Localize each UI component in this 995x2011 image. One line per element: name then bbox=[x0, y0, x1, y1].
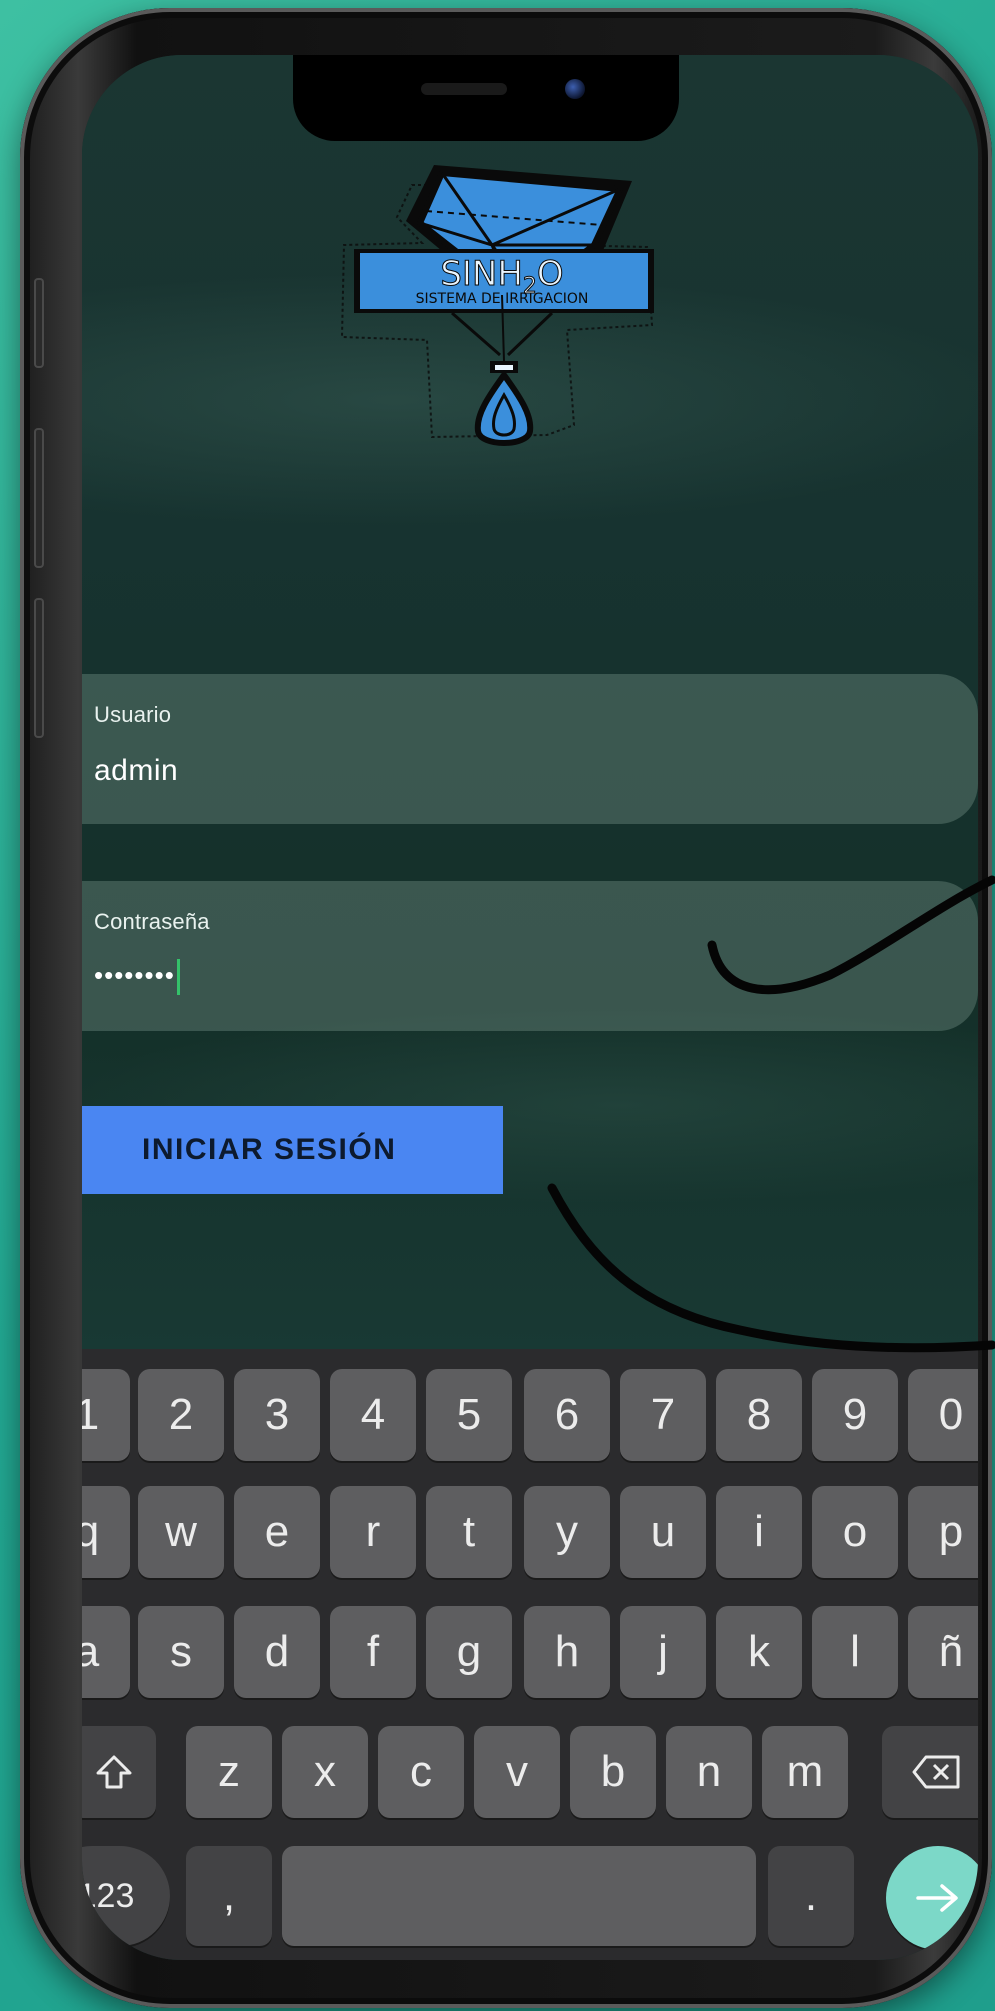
key-j[interactable]: j bbox=[620, 1606, 706, 1698]
key-w[interactable]: w bbox=[138, 1486, 224, 1578]
phone-frame: SINH2O SISTEMA DE IRRIGACION Usuario adm… bbox=[20, 8, 992, 2008]
key-n[interactable]: n bbox=[666, 1726, 752, 1818]
password-field[interactable]: Contraseña •••••••• bbox=[82, 881, 978, 1031]
key-9[interactable]: 9 bbox=[812, 1369, 898, 1461]
password-dots: •••••••• bbox=[94, 959, 175, 990]
key-x[interactable]: x bbox=[282, 1726, 368, 1818]
key-r[interactable]: r bbox=[330, 1486, 416, 1578]
comma-key[interactable]: , bbox=[186, 1846, 272, 1946]
key-y[interactable]: y bbox=[524, 1486, 610, 1578]
numbers-mode-key[interactable]: 123 bbox=[82, 1846, 170, 1946]
key-e[interactable]: e bbox=[234, 1486, 320, 1578]
key-q[interactable]: q bbox=[82, 1486, 130, 1578]
key-3[interactable]: 3 bbox=[234, 1369, 320, 1461]
key-i[interactable]: i bbox=[716, 1486, 802, 1578]
key-6[interactable]: 6 bbox=[524, 1369, 610, 1461]
go-key[interactable] bbox=[886, 1846, 978, 1950]
front-camera bbox=[565, 79, 585, 99]
period-key[interactable]: . bbox=[768, 1846, 854, 1946]
key-k[interactable]: k bbox=[716, 1606, 802, 1698]
mute-switch bbox=[34, 278, 44, 368]
space-bar[interactable] bbox=[282, 1846, 756, 1946]
key-0[interactable]: 0 bbox=[908, 1369, 978, 1461]
shift-icon bbox=[96, 1755, 132, 1789]
speaker-grille bbox=[421, 83, 507, 95]
key-v[interactable]: v bbox=[474, 1726, 560, 1818]
text-cursor bbox=[176, 959, 180, 995]
key-f[interactable]: f bbox=[330, 1606, 416, 1698]
key-s[interactable]: s bbox=[138, 1606, 224, 1698]
key-8[interactable]: 8 bbox=[716, 1369, 802, 1461]
key-u[interactable]: u bbox=[620, 1486, 706, 1578]
notch bbox=[293, 55, 679, 141]
key-l[interactable]: l bbox=[812, 1606, 898, 1698]
key-2[interactable]: 2 bbox=[138, 1369, 224, 1461]
key-z[interactable]: z bbox=[186, 1726, 272, 1818]
key-m[interactable]: m bbox=[762, 1726, 848, 1818]
password-label: Contraseña bbox=[94, 909, 210, 934]
key-h[interactable]: h bbox=[524, 1606, 610, 1698]
volume-up-button bbox=[34, 428, 44, 568]
key-o[interactable]: o bbox=[812, 1486, 898, 1578]
shift-key[interactable] bbox=[82, 1726, 156, 1818]
key-g[interactable]: g bbox=[426, 1606, 512, 1698]
screen: SINH2O SISTEMA DE IRRIGACION Usuario adm… bbox=[82, 55, 978, 1960]
key-enye[interactable]: ñ bbox=[908, 1606, 978, 1698]
arrow-right-icon bbox=[916, 1884, 958, 1912]
backspace-icon bbox=[912, 1755, 960, 1789]
key-7[interactable]: 7 bbox=[620, 1369, 706, 1461]
username-value: admin bbox=[94, 754, 179, 787]
key-4[interactable]: 4 bbox=[330, 1369, 416, 1461]
password-value: •••••••• bbox=[94, 959, 180, 995]
app-logo: SINH2O SISTEMA DE IRRIGACION bbox=[340, 165, 654, 446]
key-b[interactable]: b bbox=[570, 1726, 656, 1818]
username-label: Usuario bbox=[94, 702, 172, 727]
volume-down-button bbox=[34, 598, 44, 738]
username-field[interactable]: Usuario admin bbox=[82, 674, 978, 824]
keyboard: 1 2 3 4 5 6 7 8 9 0 q w e r t y u i o p … bbox=[82, 1349, 978, 1960]
key-t[interactable]: t bbox=[426, 1486, 512, 1578]
backspace-key[interactable] bbox=[882, 1726, 978, 1818]
key-d[interactable]: d bbox=[234, 1606, 320, 1698]
key-a[interactable]: a bbox=[82, 1606, 130, 1698]
key-p[interactable]: p bbox=[908, 1486, 978, 1578]
login-button[interactable]: INICIAR SESIÓN bbox=[82, 1106, 503, 1194]
key-5[interactable]: 5 bbox=[426, 1369, 512, 1461]
key-c[interactable]: c bbox=[378, 1726, 464, 1818]
key-1[interactable]: 1 bbox=[82, 1369, 130, 1461]
